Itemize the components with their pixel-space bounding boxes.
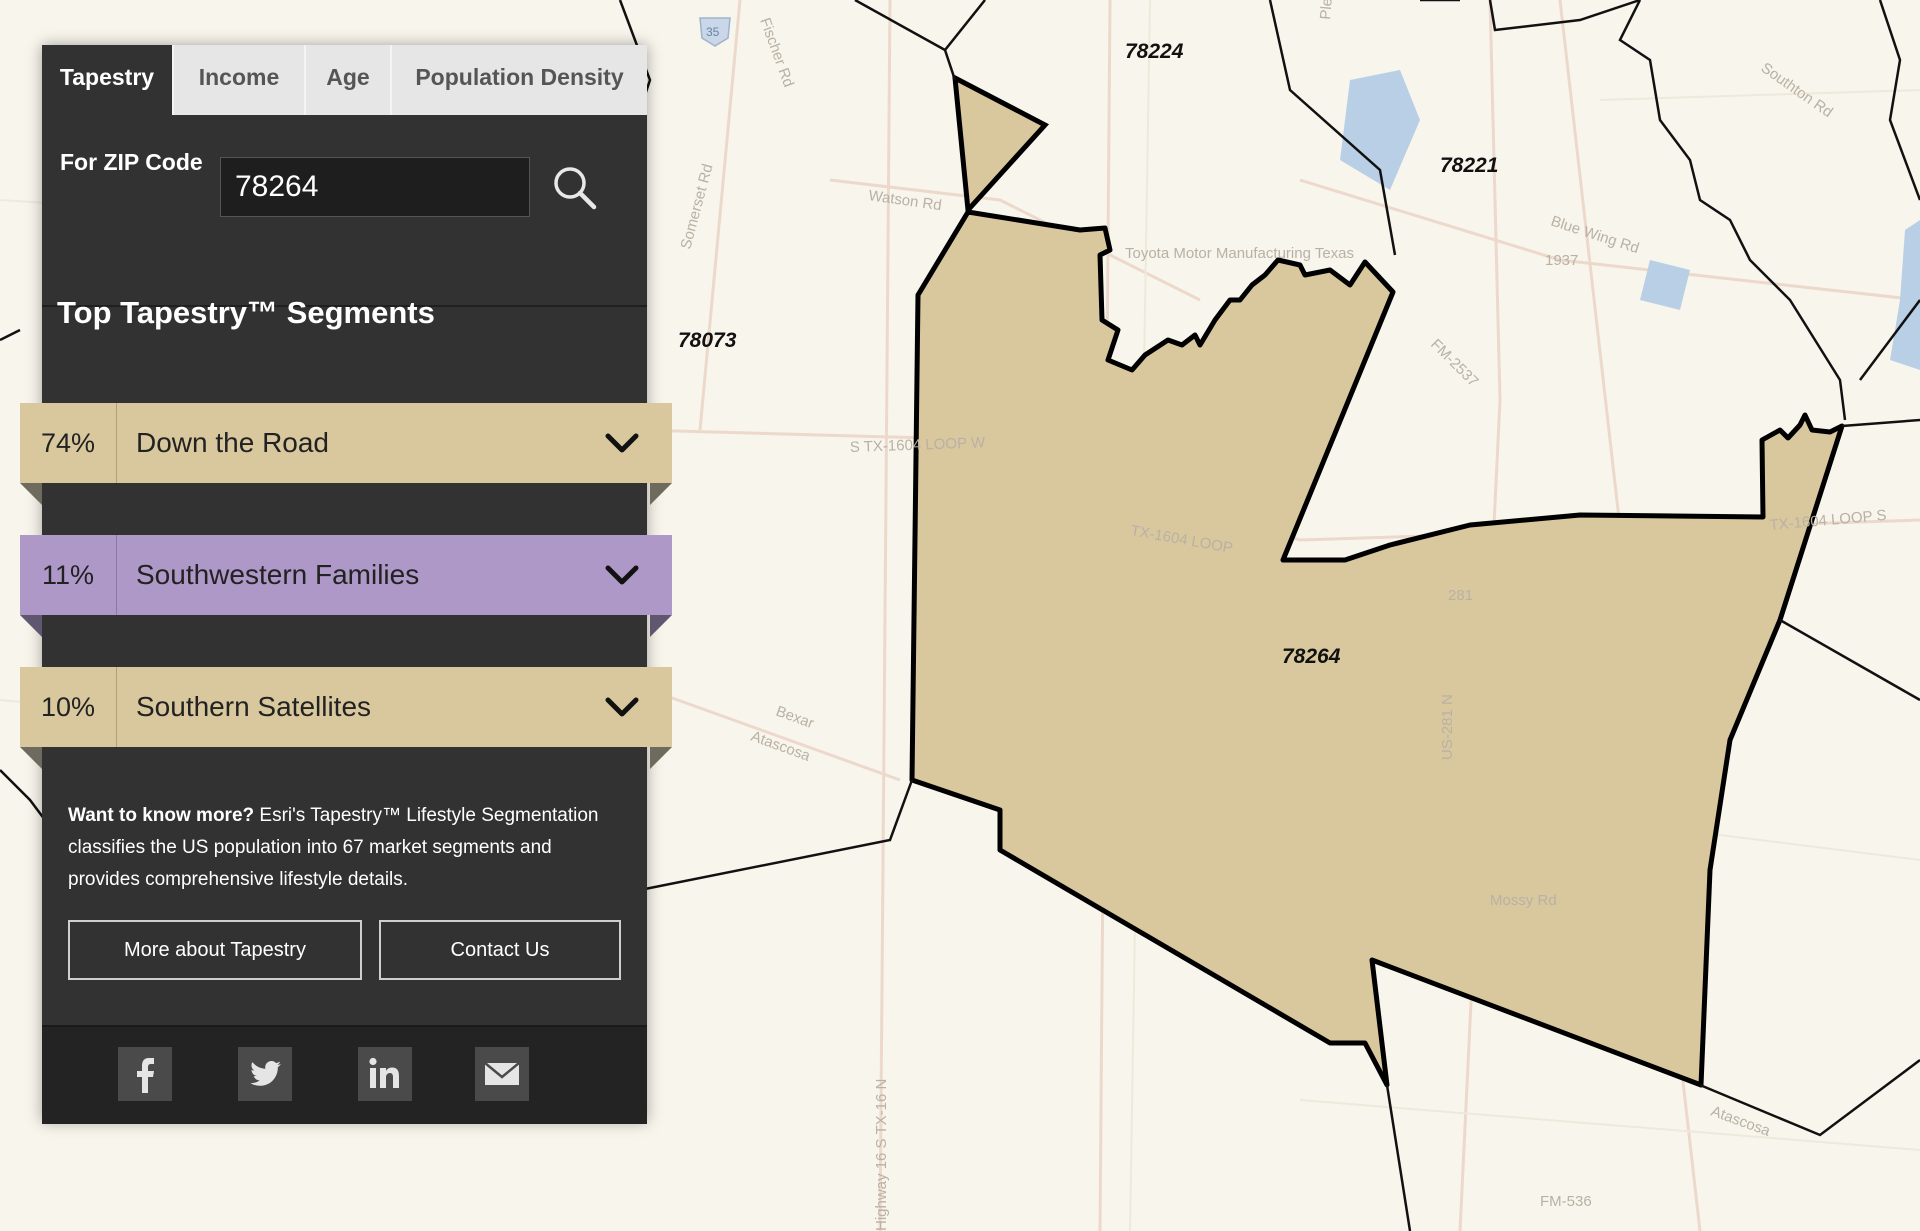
linkedin-share-button[interactable] (358, 1047, 412, 1101)
tab-bar: Tapestry Income Age Population Density (42, 45, 647, 115)
facebook-icon (137, 1058, 154, 1093)
road-label-fm1937: 1937 (1545, 252, 1578, 269)
zip-label-78221: 78221 (1440, 154, 1498, 177)
segment-percent: 74% (20, 403, 117, 483)
segment-name: Southern Satellites (136, 691, 372, 722)
road-label-fm536: FM-536 (1540, 1193, 1592, 1210)
linkedin-icon (369, 1057, 399, 1088)
zip-label-78224: 78224 (1125, 40, 1184, 63)
road-label-us281: 281 (1448, 587, 1473, 604)
segment-row-southwestern-families[interactable]: 11% Southwestern Families (20, 535, 672, 637)
twitter-icon (250, 1061, 281, 1086)
info-text: Want to know more? Esri's Tapestry™ Life… (68, 800, 628, 896)
ribbon-fold-right (650, 747, 672, 769)
ribbon-fold-right (650, 615, 672, 637)
info-bold: Want to know more? (68, 805, 255, 826)
tab-age[interactable]: Age (306, 45, 392, 115)
road-label-i35: 35 (706, 25, 720, 39)
tab-tapestry[interactable]: Tapestry (42, 45, 174, 115)
segments-title: Top Tapestry™ Segments (57, 295, 435, 330)
contact-us-button[interactable]: Contact Us (379, 920, 621, 980)
search-icon (554, 167, 597, 210)
tab-population-density[interactable]: Population Density (392, 45, 647, 115)
segment-row-southern-satellites[interactable]: 10% Southern Satellites (20, 667, 672, 769)
road-label-hwy16: Highway 16 S TX-16 N (873, 1079, 890, 1231)
poi-label-toyota: Toyota Motor Manufacturing Texas (1125, 245, 1354, 262)
email-share-button[interactable] (475, 1047, 529, 1101)
ribbon-fold-right (650, 483, 672, 505)
email-icon (484, 1062, 520, 1085)
zip-label-78264: 78264 (1282, 645, 1341, 668)
segment-percent: 10% (20, 667, 117, 747)
chevron-down-icon[interactable] (602, 560, 642, 590)
segment-percent: 11% (20, 535, 117, 615)
tapestry-panel: Tapestry Income Age Population Density F… (20, 45, 672, 1124)
ribbon-fold-left (20, 615, 42, 637)
chevron-down-icon[interactable] (602, 692, 642, 722)
ribbon-fold-left (20, 747, 42, 769)
zip-code-input[interactable] (220, 157, 530, 217)
zip-label-78073: 78073 (678, 329, 737, 352)
twitter-share-button[interactable] (238, 1047, 292, 1101)
road-label-us281n: US-281 N (1439, 694, 1456, 760)
segment-name: Southwestern Families (136, 559, 420, 590)
more-about-tapestry-button[interactable]: More about Tapestry (68, 920, 362, 980)
facebook-share-button[interactable] (118, 1047, 172, 1101)
segment-row-down-the-road[interactable]: 74% Down the Road (20, 403, 672, 505)
tab-income[interactable]: Income (174, 45, 306, 115)
chevron-down-icon[interactable] (602, 428, 642, 458)
search-button[interactable] (550, 163, 600, 213)
road-label-mossy: Mossy Rd (1490, 892, 1557, 909)
segment-background (20, 403, 672, 483)
ribbon-fold-left (20, 483, 42, 505)
social-footer (42, 1025, 647, 1124)
segment-name: Down the Road (136, 427, 330, 458)
zip-code-label: For ZIP Code (60, 149, 203, 175)
